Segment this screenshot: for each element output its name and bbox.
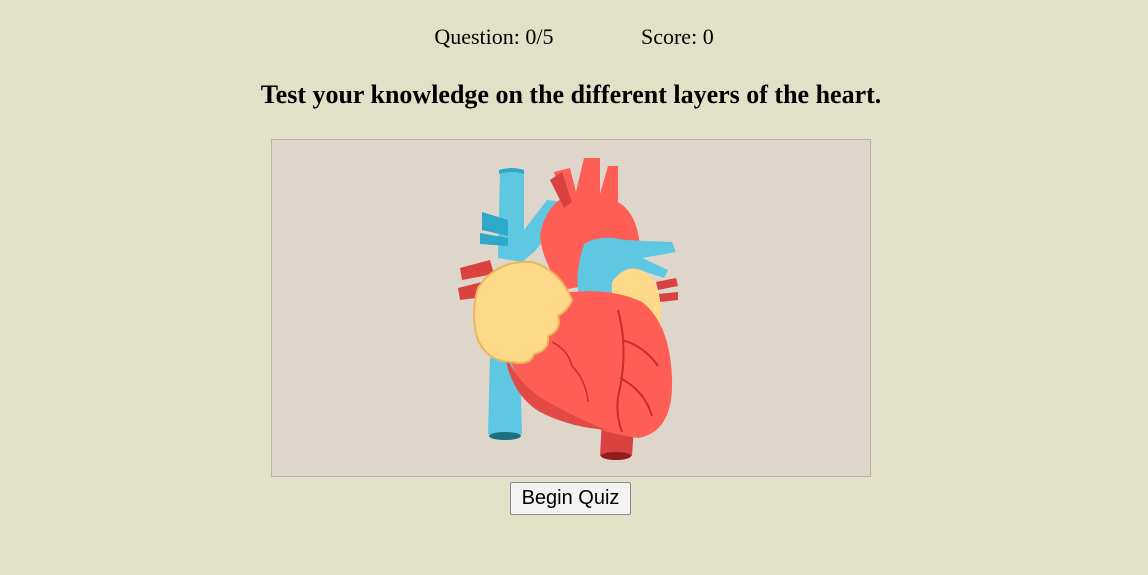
- begin-quiz-button[interactable]: Begin Quiz: [510, 482, 631, 515]
- heart-image: [271, 139, 871, 477]
- heart-illustration: [458, 158, 678, 460]
- score-display: Score: 0: [640, 24, 714, 49]
- quiz-status-bar: Question: 0/5 Score: 0: [0, 24, 1148, 50]
- page-title: Test your knowledge on the different lay…: [260, 80, 882, 109]
- question-counter: Question: 0/5: [434, 24, 554, 49]
